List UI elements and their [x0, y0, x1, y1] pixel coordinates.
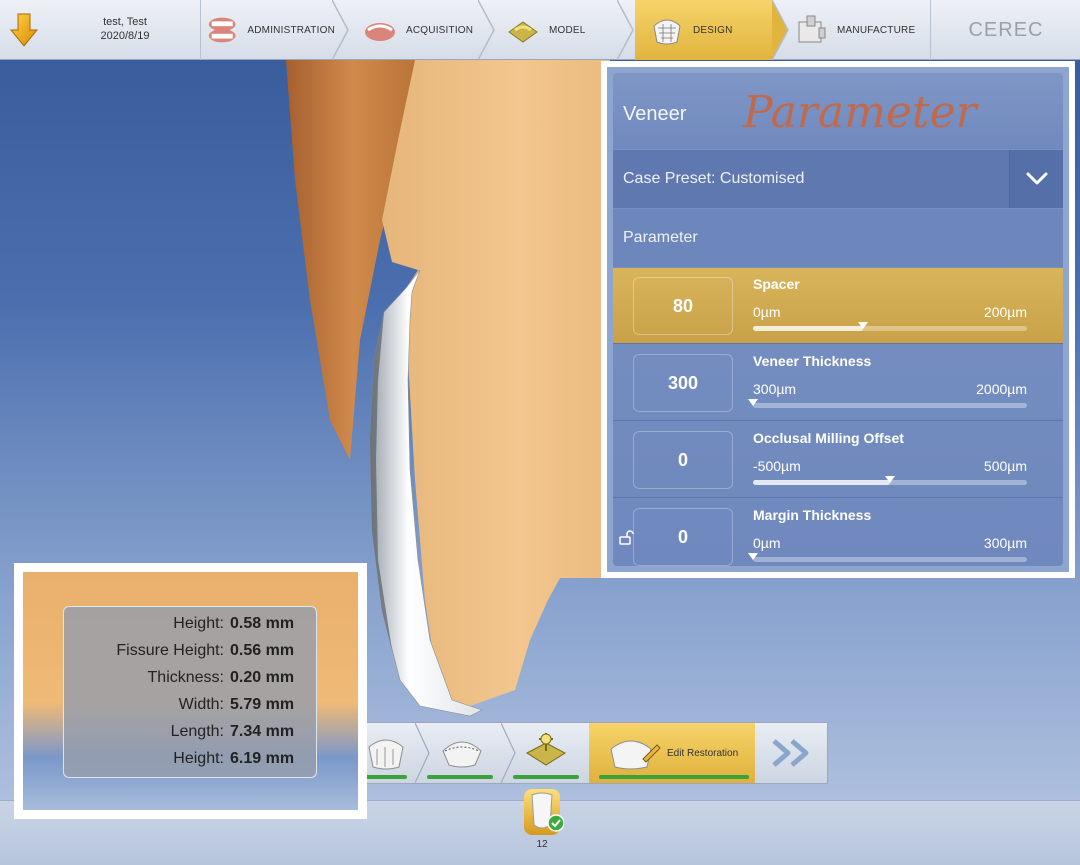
slider-thumb[interactable]: [885, 476, 895, 483]
param-name: Veneer Thickness: [753, 353, 872, 369]
case-preset-dropdown[interactable]: Case Preset: Customised: [613, 150, 1063, 208]
case-preset-label: Case Preset: Customised: [623, 170, 805, 187]
measurement-inset: Height: 0.58 mm Fissure Height: 0.56 mm …: [14, 563, 367, 819]
veneer-thumbnail-icon[interactable]: [520, 787, 564, 843]
slider-thumb[interactable]: [748, 553, 758, 560]
phase-design[interactable]: DESIGN: [635, 0, 773, 60]
phase-administration[interactable]: ADMINISTRATION: [205, 0, 335, 60]
model-axis-icon: [526, 733, 566, 766]
phase-label: ADMINISTRATION: [247, 24, 335, 36]
patient-name: test, Test: [103, 16, 147, 28]
parameter-section-header: Parameter: [613, 209, 1063, 267]
param-row-spacer[interactable]: 80 Spacer 0µm 200µm: [613, 268, 1063, 344]
measurement-label: Length:: [170, 723, 224, 740]
phase-label: ACQUISITION: [406, 24, 474, 36]
param-name: Occlusal Milling Offset: [753, 430, 904, 446]
chevron-separator-icon: [332, 0, 349, 60]
param-name: Spacer: [753, 276, 800, 292]
parameter-panel: Veneer Parameter Case Preset: Customised…: [613, 73, 1063, 566]
case-preset-toggle[interactable]: [1009, 150, 1063, 208]
parameter-annotation: Parameter: [743, 87, 977, 138]
phase-label: DESIGN: [693, 24, 733, 36]
administration-icon: [208, 17, 236, 43]
model-icon: [508, 21, 538, 43]
param-row-margin-thickness[interactable]: 0 Margin Thickness 0µm 300µm: [613, 499, 1063, 566]
occlusal-offset-value-field[interactable]: 0: [633, 431, 733, 489]
phase-label: MANUFACTURE: [837, 24, 916, 36]
param-max: 200µm: [983, 304, 1027, 320]
param-min: -500µm: [753, 458, 801, 474]
veneer-thickness-value-field[interactable]: 300: [633, 354, 733, 412]
veneer-thickness-slider[interactable]: [748, 399, 1027, 408]
margin-thickness-value-field[interactable]: 0: [633, 508, 733, 566]
measurement-value: 7.34 mm: [230, 723, 295, 740]
param-max: 500µm: [983, 458, 1027, 474]
measurement-box: Height: 0.58 mm Fissure Height: 0.56 mm …: [63, 606, 317, 778]
manufacture-icon: [798, 15, 826, 43]
measurement-value: 0.20 mm: [230, 669, 295, 686]
measurement-row: Thickness: 0.20 mm: [64, 669, 304, 693]
slider-thumb[interactable]: [748, 399, 758, 406]
param-name: Margin Thickness: [753, 507, 872, 523]
measurement-value: 0.56 mm: [230, 642, 295, 659]
measurement-label: Thickness:: [147, 669, 224, 686]
phase-bar: test, Test 2020/8/19 ADMINISTRATION ACQU…: [0, 0, 1080, 60]
measurement-value: 0.58 mm: [230, 615, 295, 632]
phase-acquisition[interactable]: ACQUISITION: [362, 0, 482, 60]
crown-icon: [368, 739, 404, 770]
chevron-separator-icon: [772, 0, 789, 60]
margin-line-icon: [442, 741, 482, 768]
measurement-label: Width:: [178, 696, 224, 713]
measurement-label: Fissure Height:: [116, 642, 224, 659]
param-min: 0µm: [753, 535, 781, 551]
slider-thumb[interactable]: [857, 322, 868, 329]
acquisition-icon: [365, 23, 395, 41]
chevron-down-icon: [1026, 172, 1048, 185]
param-max: 2000µm: [976, 381, 1027, 397]
double-chevron-right-icon: [772, 739, 809, 767]
chevron-separator-icon: [617, 0, 634, 60]
param-min: 300µm: [753, 381, 797, 397]
occlusal-offset-slider[interactable]: [753, 476, 1027, 485]
margin-thickness-slider[interactable]: [748, 553, 1027, 562]
param-min: 0µm: [753, 304, 781, 320]
measurement-row: Height: 6.19 mm: [64, 750, 304, 774]
measurement-row: Fissure Height: 0.56 mm: [64, 642, 304, 666]
param-row-veneer-thickness[interactable]: 300 Veneer Thickness 300µm 2000µm: [613, 345, 1063, 421]
measurement-row: Width: 5.79 mm: [64, 696, 304, 720]
edit-crown-icon: [610, 740, 661, 770]
section-label: Parameter: [623, 229, 698, 246]
param-max: 300µm: [983, 535, 1027, 551]
phase-model[interactable]: MODEL: [505, 0, 615, 60]
measurement-row: Length: 7.34 mm: [64, 723, 304, 747]
design-workflow-strip: Edit Restoration: [356, 722, 828, 784]
measurement-label: Height:: [173, 750, 224, 767]
measurement-row: Height: 0.58 mm: [64, 615, 304, 639]
design-icon: [653, 19, 681, 45]
tooth-number: 12: [536, 839, 548, 850]
spacer-slider[interactable]: [753, 322, 1027, 331]
parameter-panel-frame: Veneer Parameter Case Preset: Customised…: [601, 61, 1075, 578]
measurement-value: 6.19 mm: [230, 750, 295, 767]
phase-label: MODEL: [549, 24, 586, 36]
workflow-step-2[interactable]: [425, 723, 501, 783]
next-step-button[interactable]: [757, 723, 827, 783]
unlock-icon[interactable]: [618, 529, 634, 545]
panel-title: Veneer: [623, 103, 687, 125]
measurement-value: 5.79 mm: [230, 696, 295, 713]
measurement-label: Height:: [173, 615, 224, 632]
workflow-active-label: Edit Restoration: [667, 748, 739, 759]
patient-info[interactable]: test, Test 2020/8/19: [70, 15, 180, 43]
brand-logo: CEREC: [930, 0, 1080, 60]
panel-header: Veneer Parameter: [613, 73, 1063, 149]
phase-manufacture[interactable]: MANUFACTURE: [793, 0, 928, 60]
chevron-separator-icon: [478, 0, 495, 60]
down-arrow-icon[interactable]: [10, 12, 38, 48]
workflow-step-3[interactable]: [509, 723, 583, 783]
param-row-occlusal-milling-offset[interactable]: 0 Occlusal Milling Offset -500µm 500µm: [613, 422, 1063, 498]
patient-date: 2020/8/19: [100, 30, 150, 42]
spacer-value-field[interactable]: 80: [633, 277, 733, 335]
